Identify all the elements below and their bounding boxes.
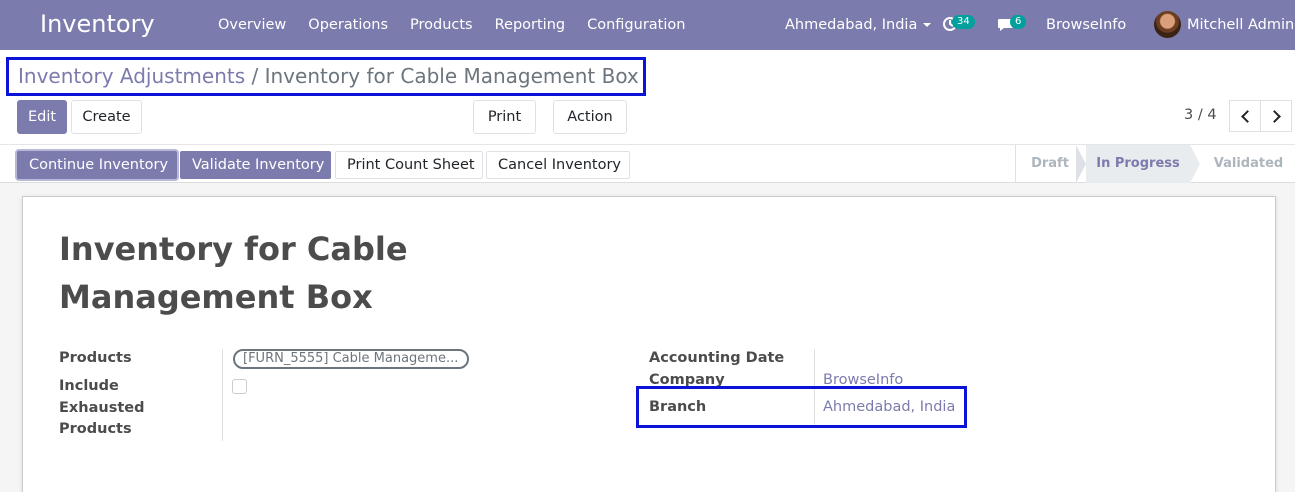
cancel-inventory-button[interactable]: Cancel Inventory <box>486 151 630 179</box>
breadcrumb-separator: / <box>251 64 259 88</box>
main-menu: Overview Operations Products Reporting C… <box>207 0 696 50</box>
create-button[interactable]: Create <box>71 100 142 134</box>
form-sheet: Inventory for Cable Management Box Produ… <box>22 196 1276 492</box>
include-exhausted-label-2: Exhausted <box>59 400 145 416</box>
branch-switcher-label: Ahmedabad, India <box>785 17 918 33</box>
control-panel: Inventory Adjustments / Inventory for Ca… <box>0 50 1295 144</box>
app-title[interactable]: Inventory <box>40 10 155 38</box>
include-exhausted-label-1: Include <box>59 378 119 394</box>
avatar[interactable] <box>1154 11 1181 38</box>
include-exhausted-checkbox[interactable] <box>232 379 247 394</box>
pager-value[interactable]: 3 / 4 <box>1184 107 1217 123</box>
print-count-sheet-button[interactable]: Print Count Sheet <box>335 151 483 179</box>
accounting-date-label: Accounting Date <box>649 350 785 366</box>
continue-inventory-button[interactable]: Continue Inventory <box>17 151 177 179</box>
branch-label: Branch <box>649 399 707 415</box>
stage-validated[interactable]: Validated <box>1202 145 1295 183</box>
validate-inventory-button[interactable]: Validate Inventory <box>180 151 331 179</box>
menu-products[interactable]: Products <box>399 0 484 50</box>
menu-configuration[interactable]: Configuration <box>576 0 696 50</box>
top-navbar: Inventory Overview Operations Products R… <box>0 0 1295 50</box>
menu-reporting[interactable]: Reporting <box>484 0 577 50</box>
print-button[interactable]: Print <box>473 100 536 134</box>
company-label: Company <box>649 372 725 388</box>
stage-arrow <box>1076 145 1086 183</box>
stage-draft[interactable]: Draft <box>1016 145 1084 183</box>
action-button[interactable]: Action <box>553 100 627 134</box>
messages-count-badge: 6 <box>1010 15 1027 29</box>
branch-value[interactable]: Ahmedabad, India <box>823 399 955 415</box>
edit-button[interactable]: Edit <box>17 100 67 134</box>
menu-operations[interactable]: Operations <box>297 0 399 50</box>
include-exhausted-label-3: Products <box>59 421 132 437</box>
field-divider <box>222 349 223 441</box>
status-bar: Continue Inventory Validate Inventory Pr… <box>0 144 1295 183</box>
chevron-left-icon <box>1240 109 1254 123</box>
pager-previous-button[interactable] <box>1229 100 1261 132</box>
breadcrumb-current: Inventory for Cable Management Box <box>264 64 639 88</box>
products-tag[interactable]: [FURN_5555] Cable Manageme... <box>233 349 469 369</box>
chevron-right-icon <box>1267 109 1281 123</box>
company-value[interactable]: BrowseInfo <box>823 372 903 388</box>
user-menu[interactable]: Mitchell Admin <box>1187 0 1294 50</box>
branch-switcher[interactable]: Ahmedabad, India <box>785 0 932 50</box>
stage-arrow <box>1190 145 1200 183</box>
record-title-line-1: Inventory for Cable <box>59 230 408 268</box>
breadcrumb: Inventory Adjustments / Inventory for Ca… <box>18 64 639 88</box>
pager-next-button[interactable] <box>1260 100 1292 132</box>
breadcrumb-parent[interactable]: Inventory Adjustments <box>18 64 245 88</box>
record-title: Inventory for Cable Management Box <box>59 225 479 321</box>
products-label: Products <box>59 350 132 366</box>
caret-down-icon <box>923 23 932 27</box>
company-switcher[interactable]: BrowseInfo <box>1046 0 1126 50</box>
field-divider <box>814 349 815 426</box>
record-title-line-2: Management Box <box>59 278 373 316</box>
stage-in-progress[interactable]: In Progress <box>1086 145 1190 183</box>
activity-count-badge: 34 <box>952 15 975 29</box>
menu-overview[interactable]: Overview <box>207 0 297 50</box>
